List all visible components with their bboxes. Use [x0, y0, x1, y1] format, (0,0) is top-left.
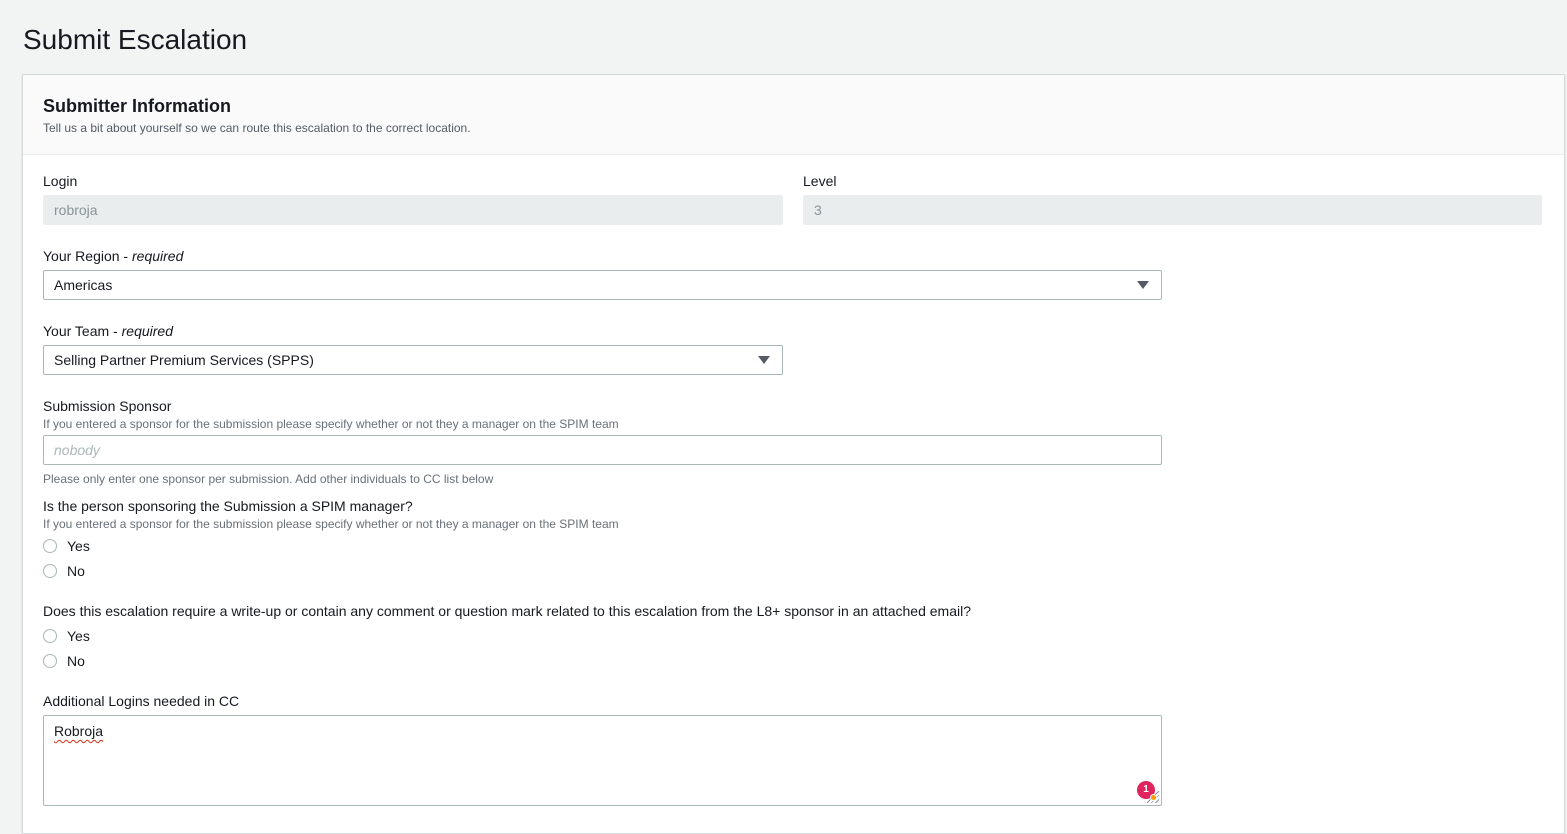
sponsor-label: Submission Sponsor [43, 398, 172, 414]
section-title: Submitter Information [43, 96, 231, 116]
radio-label: Yes [67, 538, 90, 554]
cc-logins-value: Robroja [54, 723, 104, 739]
page-title: Submit Escalation [23, 24, 248, 55]
login-label: Login [43, 173, 78, 189]
writeup-question: Does this escalation require a write-up … [43, 603, 971, 619]
radio-label: Yes [67, 628, 90, 644]
team-required-marker: required [121, 323, 173, 339]
region-select[interactable]: Americas [43, 270, 1162, 300]
section-description: Tell us a bit about yourself so we can r… [43, 121, 471, 135]
writeup-radio-yes[interactable]: Yes [43, 627, 90, 645]
region-label: Your Region - required [43, 248, 184, 264]
radio-circle-icon [43, 654, 57, 668]
spim-manager-question: Is the person sponsoring the Submission … [43, 498, 413, 514]
radio-label: No [67, 653, 85, 669]
region-selected-value: Americas [54, 277, 113, 293]
spim-manager-radio-no[interactable]: No [43, 562, 85, 580]
team-label: Your Team - required [43, 323, 173, 339]
login-field: robroja [43, 195, 783, 225]
region-label-text: Your Region [43, 248, 120, 264]
team-label-text: Your Team [43, 323, 110, 339]
caret-down-icon [758, 356, 770, 364]
submitter-information-panel: Submitter Information Tell us a bit abou… [22, 74, 1565, 834]
cc-logins-textarea[interactable]: Robroja 1 [43, 715, 1162, 806]
spim-manager-description: If you entered a sponsor for the submiss… [43, 517, 619, 531]
spim-manager-radio-yes[interactable]: Yes [43, 537, 90, 555]
status-dot-icon [1150, 794, 1157, 801]
team-selected-value: Selling Partner Premium Services (SPPS) [54, 352, 314, 368]
level-label: Level [803, 173, 837, 189]
radio-circle-icon [43, 564, 57, 578]
sponsor-description: If you entered a sponsor for the submiss… [43, 417, 619, 431]
region-required-marker: required [132, 248, 184, 264]
level-field: 3 [803, 195, 1542, 225]
sponsor-constraint: Please only enter one sponsor per submis… [43, 472, 494, 486]
sponsor-input[interactable]: nobody [43, 435, 1162, 465]
team-select[interactable]: Selling Partner Premium Services (SPPS) [43, 345, 783, 375]
writeup-radio-no[interactable]: No [43, 652, 85, 670]
caret-down-icon [1137, 281, 1149, 289]
panel-header: Submitter Information Tell us a bit abou… [23, 75, 1564, 155]
radio-circle-icon [43, 539, 57, 553]
cc-logins-label: Additional Logins needed in CC [43, 693, 240, 709]
radio-label: No [67, 563, 85, 579]
radio-circle-icon [43, 629, 57, 643]
